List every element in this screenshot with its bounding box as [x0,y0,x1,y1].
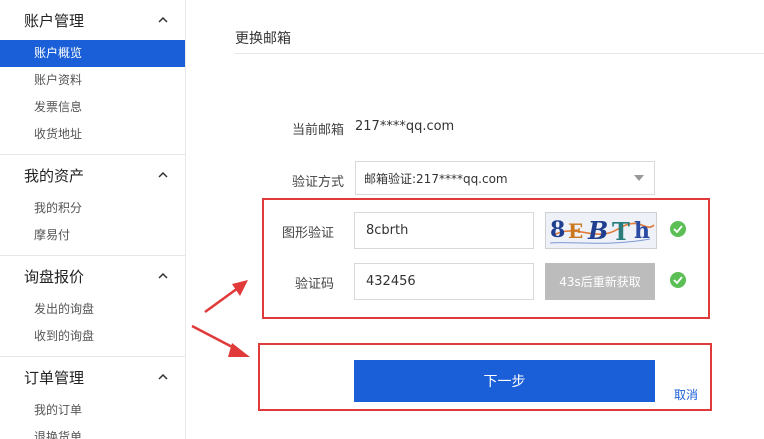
sidebar-item-points[interactable]: 我的积分 [0,195,185,222]
sidebar-group-header[interactable]: 我的资产 [0,155,185,195]
sidebar-group-title: 账户管理 [24,11,85,30]
sidebar-item-returns[interactable]: 退换货单 [0,424,185,439]
sidebar-item-invoice-info[interactable]: 发票信息 [0,94,185,121]
current-email-value: 217****qq.com [355,119,455,134]
verify-method-select[interactable]: 邮箱验证:217****qq.com [355,161,655,195]
chevron-up-icon [155,369,171,385]
chevron-up-icon [155,167,171,183]
sidebar-item-account-profile[interactable]: 账户资料 [0,67,185,94]
chevron-up-icon [155,268,171,284]
sidebar-group-header[interactable]: 账户管理 [0,0,185,40]
sidebar-item-sent-inquiries[interactable]: 发出的询盘 [0,296,185,323]
sidebar-group-orders: 订单管理 我的订单 退换货单 [0,357,185,439]
page-title: 更换邮箱 [235,31,291,47]
sidebar-group-header[interactable]: 订单管理 [0,357,185,397]
sidebar: 账户管理 账户概览 账户资料 发票信息 收货地址 我的资产 我的积分 摩易付 询 [0,0,186,439]
current-email-label: 当前邮箱 [291,123,344,138]
sidebar-group-assets: 我的资产 我的积分 摩易付 [0,155,185,256]
sidebar-group-title: 询盘报价 [24,267,85,286]
verify-method-value: 邮箱验证:217****qq.com [364,171,508,186]
sidebar-group-header[interactable]: 询盘报价 [0,256,185,296]
verify-method-label: 验证方式 [291,175,344,190]
sidebar-group-title: 订单管理 [24,368,85,387]
page: 账户管理 账户概览 账户资料 发票信息 收货地址 我的资产 我的积分 摩易付 询 [0,0,764,439]
sidebar-group-title: 我的资产 [24,166,85,185]
sidebar-item-moyifu[interactable]: 摩易付 [0,222,185,249]
sidebar-group-inquiry: 询盘报价 发出的询盘 收到的询盘 [0,256,185,357]
title-bar: 更换邮箱 [235,0,764,54]
sidebar-item-received-inquiries[interactable]: 收到的询盘 [0,323,185,350]
sidebar-item-my-orders[interactable]: 我的订单 [0,397,185,424]
sidebar-item-shipping-address[interactable]: 收货地址 [0,121,185,148]
annotation-box-verification [262,198,710,319]
annotation-box-next [258,343,712,411]
dropdown-arrow-icon [634,175,644,181]
sidebar-group-account: 账户管理 账户概览 账户资料 发票信息 收货地址 [0,0,185,155]
sidebar-item-account-overview[interactable]: 账户概览 [0,40,185,67]
chevron-up-icon [155,12,171,28]
